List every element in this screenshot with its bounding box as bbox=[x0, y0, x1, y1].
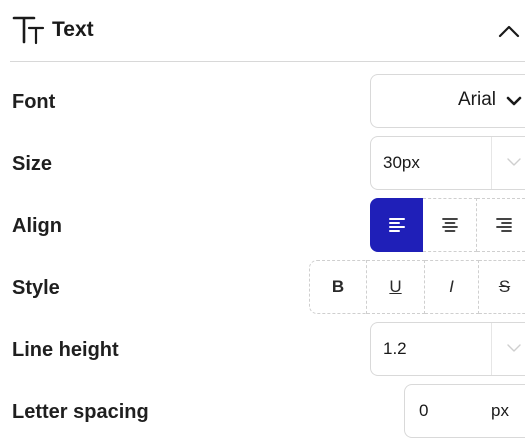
chevron-down-icon bbox=[507, 344, 521, 352]
style-label: Style bbox=[12, 277, 60, 299]
align-left-icon bbox=[388, 218, 405, 232]
size-select-value: 30px bbox=[383, 153, 420, 172]
italic-button[interactable]: I bbox=[425, 260, 479, 314]
font-label: Font bbox=[12, 91, 56, 113]
align-center-button[interactable] bbox=[423, 198, 477, 252]
text-panel-header[interactable]: Text bbox=[0, 0, 525, 60]
line-height-select[interactable]: 1.2 bbox=[370, 322, 525, 376]
chevron-up-icon[interactable] bbox=[494, 16, 524, 46]
size-select-separator bbox=[491, 137, 492, 189]
letter-spacing-unit: px bbox=[491, 401, 509, 420]
size-label: Size bbox=[12, 153, 53, 175]
letter-spacing-input[interactable]: 0 px bbox=[404, 384, 525, 438]
align-right-button[interactable] bbox=[477, 198, 525, 252]
align-right-icon bbox=[495, 218, 512, 232]
text-format-icon bbox=[12, 16, 45, 45]
line-height-value: 1.2 bbox=[383, 339, 407, 358]
panel-title: Text bbox=[52, 18, 94, 41]
align-center-icon bbox=[441, 218, 458, 232]
line-height-separator bbox=[491, 323, 492, 375]
chevron-down-icon bbox=[507, 158, 521, 166]
style-button-group: B U I S bbox=[309, 260, 525, 314]
underline-button[interactable]: U bbox=[367, 260, 425, 314]
align-left-button[interactable] bbox=[370, 198, 423, 252]
bold-button[interactable]: B bbox=[309, 260, 367, 314]
chevron-down-icon bbox=[506, 96, 522, 106]
header-divider bbox=[10, 61, 525, 62]
font-select[interactable]: Arial bbox=[370, 74, 525, 128]
strikethrough-button[interactable]: S bbox=[479, 260, 525, 314]
align-label: Align bbox=[12, 215, 62, 237]
align-button-group bbox=[370, 198, 525, 252]
letter-spacing-value: 0 bbox=[419, 401, 429, 420]
font-select-value: Arial bbox=[457, 89, 496, 110]
size-select[interactable]: 30px bbox=[370, 136, 525, 190]
line-height-label: Line height bbox=[12, 339, 119, 361]
letter-spacing-label: Letter spacing bbox=[12, 401, 149, 423]
